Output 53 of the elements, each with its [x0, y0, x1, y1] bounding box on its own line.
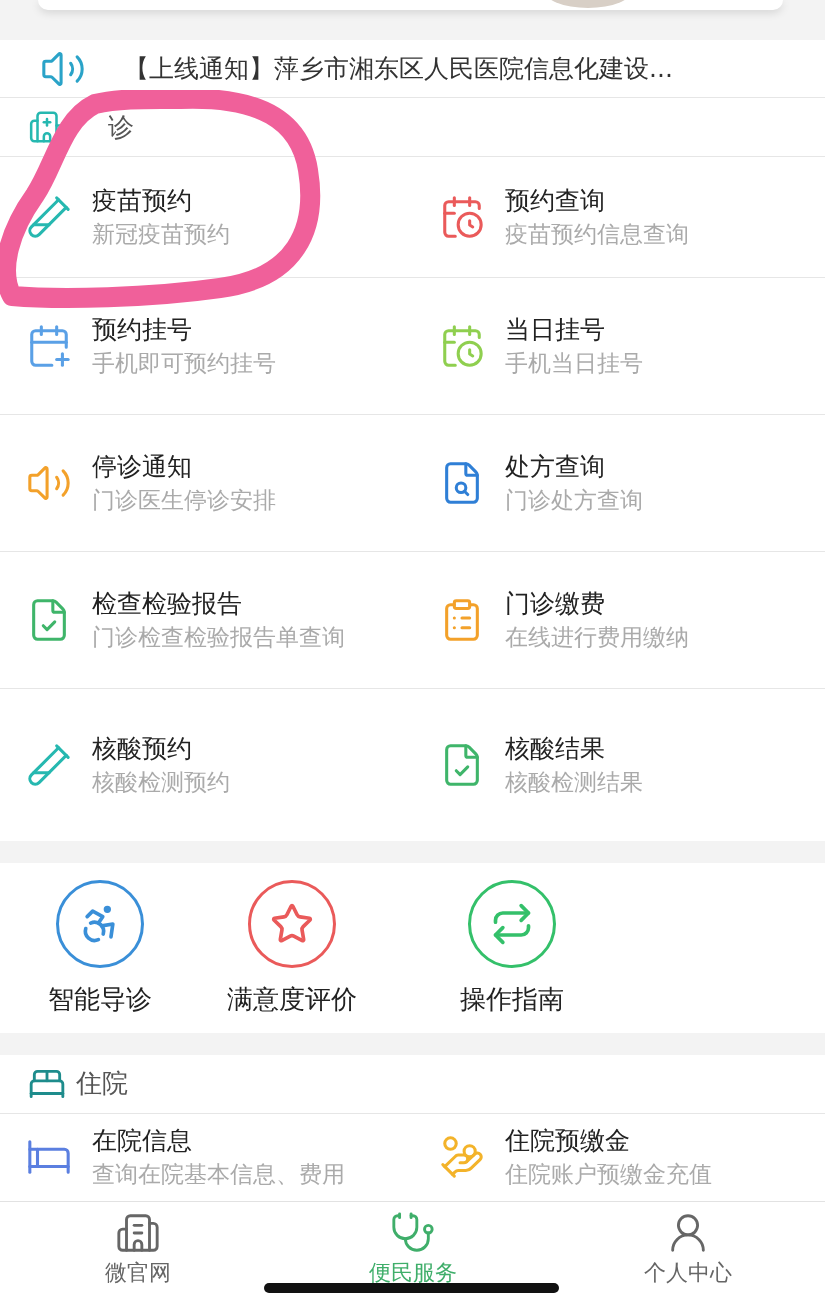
notice-bar[interactable]: 【上线通知】萍乡市湘东区人民医院信息化建设... — [0, 39, 825, 99]
section-title: 住院 — [76, 1067, 128, 1101]
service-subtitle: 疫苗预约信息查询 — [504, 220, 689, 250]
test-tube-icon — [26, 742, 72, 789]
service-title: 预约查询 — [504, 185, 606, 218]
service-item[interactable]: 住院预缴金 住院账户预缴金充值 — [412, 1113, 825, 1201]
service-subtitle: 核酸检测预约 — [92, 768, 230, 798]
tab-item[interactable]: 微官网 — [0, 1201, 275, 1299]
shortcut-label: 操作指南 — [460, 982, 564, 1016]
coin-hand-icon — [438, 1134, 485, 1181]
figure-icon — [56, 879, 144, 968]
shortcut-item[interactable]: 满意度评价 — [202, 863, 382, 1033]
service-item[interactable]: 预约查询 疫苗预约信息查询 — [412, 157, 825, 279]
service-item[interactable]: 在院信息 查询在院基本信息、费用 — [0, 1113, 413, 1201]
service-title: 核酸结果 — [504, 733, 606, 766]
notice-text: 【上线通知】萍乡市湘东区人民医院信息化建设... — [124, 53, 673, 86]
service-item[interactable]: 停诊通知 门诊医生停诊安排 — [0, 415, 413, 553]
shortcut-label: 智能导诊 — [48, 982, 152, 1016]
tab-item[interactable]: 个人中心 — [550, 1201, 825, 1299]
service-subtitle: 门诊医生停诊安排 — [92, 486, 276, 516]
service-subtitle: 在线进行费用缴纳 — [504, 623, 689, 653]
service-subtitle: 查询在院基本信息、费用 — [92, 1160, 345, 1190]
shortcut-label: 满意度评价 — [227, 982, 357, 1016]
shortcut-item[interactable]: 智能导诊 — [38, 863, 162, 1033]
service-title: 核酸预约 — [92, 733, 193, 766]
service-subtitle: 手机即可预约挂号 — [92, 349, 276, 379]
service-title: 停诊通知 — [92, 451, 193, 484]
service-title: 住院预缴金 — [504, 1125, 631, 1158]
section-title: 诊 — [108, 110, 134, 144]
service-title: 当日挂号 — [504, 314, 606, 347]
shortcut-item[interactable]: 操作指南 — [422, 863, 602, 1033]
service-title: 在院信息 — [92, 1125, 193, 1158]
test-tube-icon — [26, 194, 72, 241]
service-subtitle: 住院账户预缴金充值 — [504, 1160, 712, 1190]
service-item[interactable]: 疫苗预约 新冠疫苗预约 — [0, 157, 413, 279]
service-item[interactable]: 检查检验报告 门诊检查检验报告单查询 — [0, 552, 413, 690]
service-subtitle: 门诊检查检验报告单查询 — [92, 623, 345, 653]
service-subtitle: 门诊处方查询 — [504, 486, 643, 516]
service-item[interactable]: 门诊缴费 在线进行费用缴纳 — [412, 552, 825, 690]
cycle-icon — [468, 879, 556, 968]
service-item[interactable]: 核酸预约 核酸检测预约 — [0, 689, 413, 842]
service-title: 检查检验报告 — [92, 588, 243, 621]
service-title: 疫苗预约 — [92, 185, 193, 218]
service-subtitle: 新冠疫苗预约 — [92, 220, 230, 250]
service-subtitle: 核酸检测结果 — [504, 768, 643, 798]
service-item[interactable]: 预约挂号 手机即可预约挂号 — [0, 278, 413, 416]
service-title: 预约挂号 — [92, 314, 193, 347]
service-title: 处方查询 — [504, 451, 606, 484]
service-item[interactable]: 当日挂号 手机当日挂号 — [412, 278, 825, 416]
service-item[interactable]: 处方查询 门诊处方查询 — [412, 415, 825, 553]
service-title: 门诊缴费 — [504, 588, 606, 621]
service-item[interactable]: 核酸结果 核酸检测结果 — [412, 689, 825, 842]
service-subtitle: 手机当日挂号 — [504, 349, 643, 379]
